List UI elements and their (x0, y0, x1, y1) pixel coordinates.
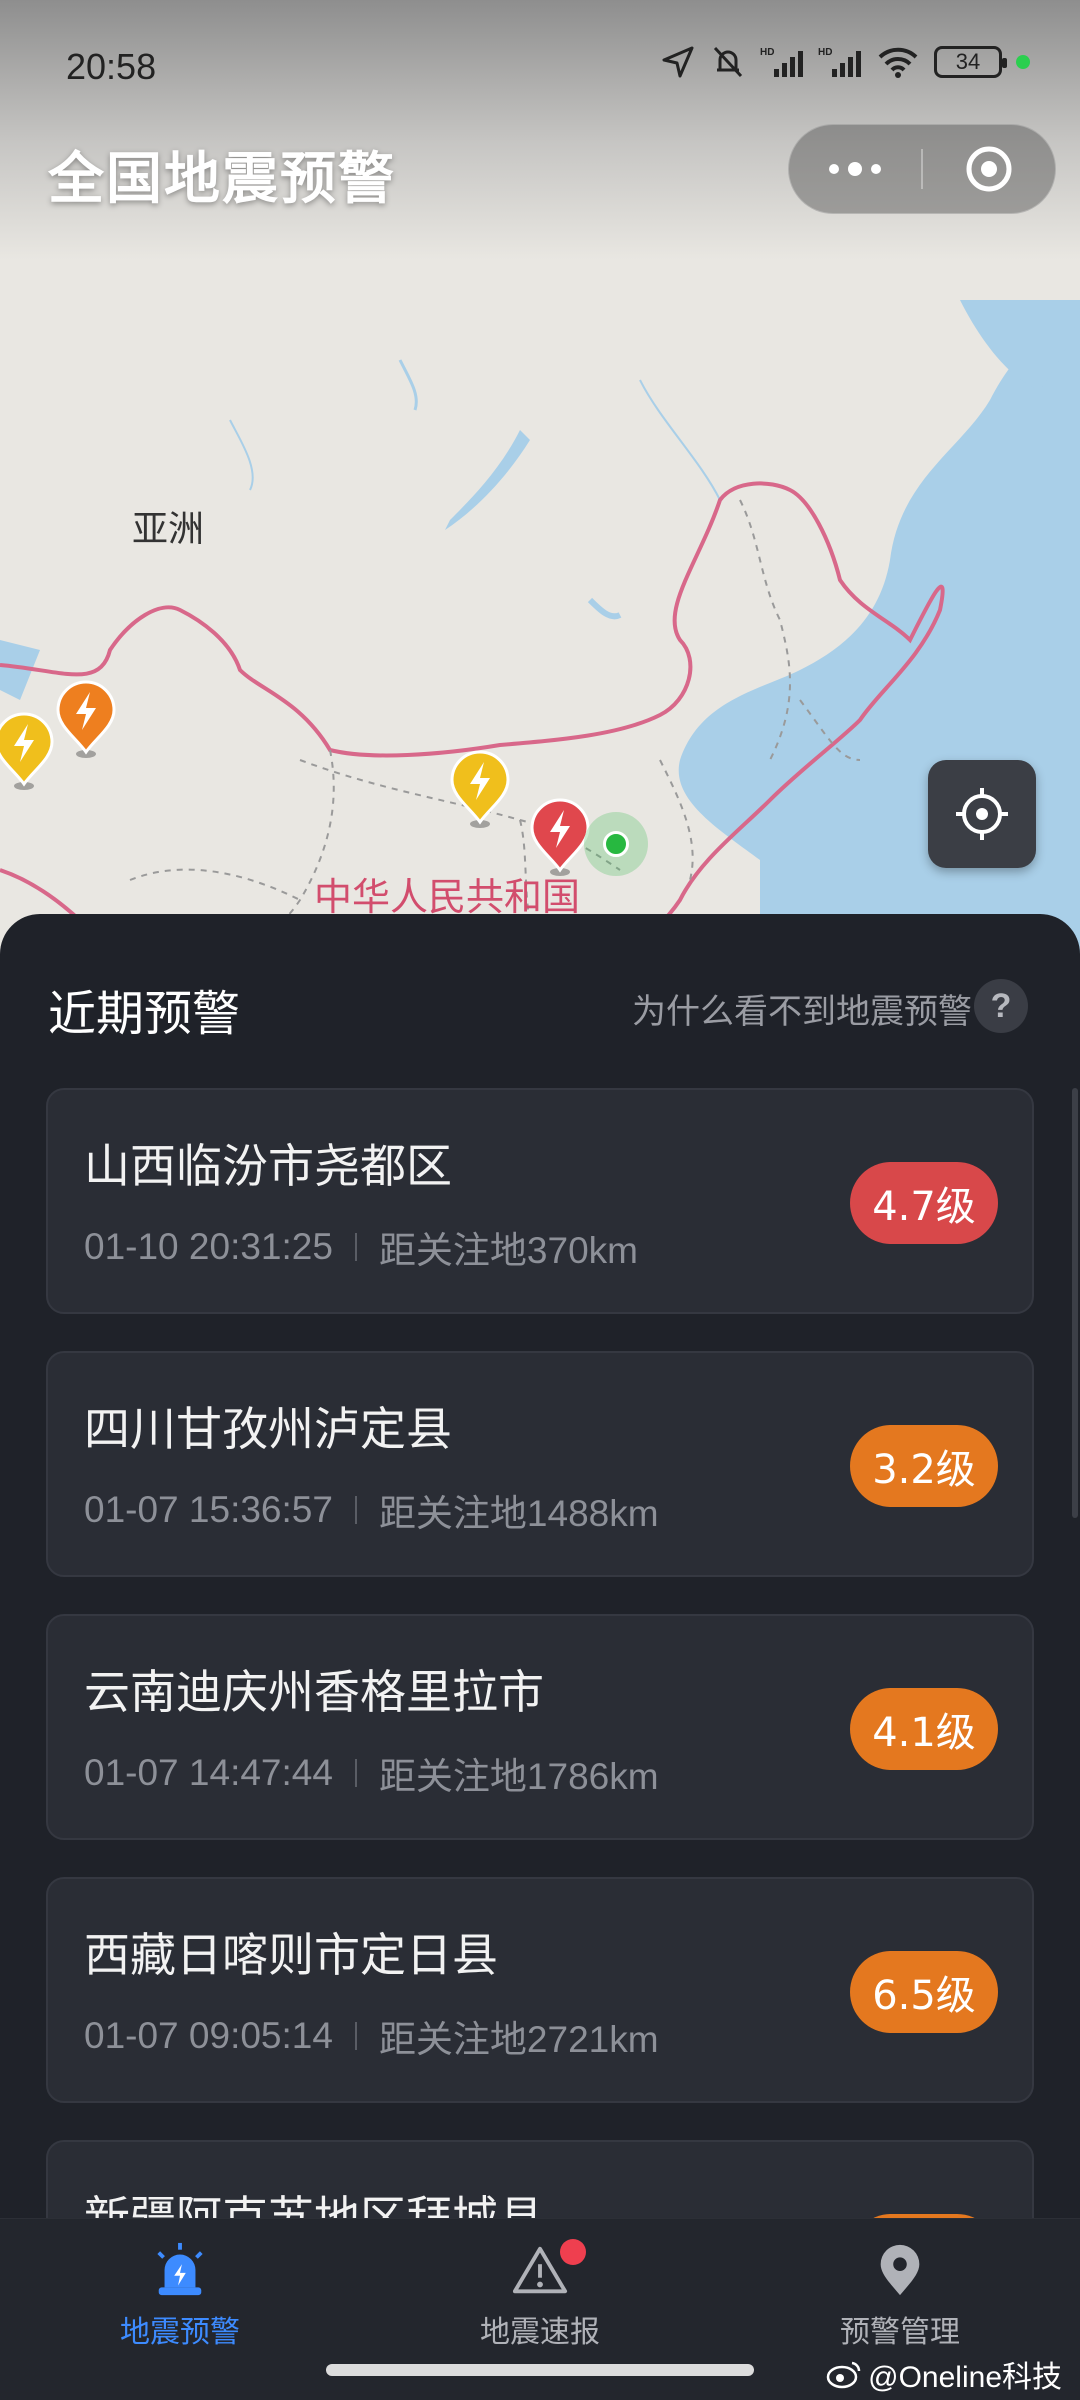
tab-label: 预警管理 (840, 2315, 960, 2350)
quake-location: 云南迪庆州香格里拉市 (84, 1665, 544, 1719)
warning-card[interactable]: 山西临汾市尧都区 01-10 20:31:25 距关注地370km 4.7级 (46, 1088, 1034, 1314)
lightning-pin-icon (450, 750, 510, 828)
quake-location: 西藏日喀则市定日县 (84, 1928, 498, 1982)
signal-icon: HD (760, 47, 803, 77)
magnitude-badge: 6.5级 (850, 1951, 998, 2033)
help-icon[interactable]: ? (974, 979, 1028, 1033)
watermark-text: @Oneline科技 (868, 2361, 1062, 2394)
warning-card[interactable]: 西藏日喀则市定日县 01-07 09:05:14 距关注地2721km 6.5级 (46, 1877, 1034, 2103)
miniprogram-capsule (788, 124, 1056, 214)
signal-hd-label-1: HD (760, 47, 774, 58)
quake-distance: 距关注地2721km (378, 2019, 659, 2060)
notification-dot (560, 2239, 586, 2265)
scrollbar[interactable] (1072, 1088, 1078, 1518)
map-pin-icon (880, 2244, 920, 2296)
location-arrow-icon (662, 46, 694, 78)
bell-off-icon (713, 46, 743, 78)
tab-label: 地震预警 (120, 2315, 240, 2350)
page-title: 全国地震预警 (48, 147, 396, 212)
tab-warning-management[interactable]: 预警管理 (780, 2241, 1020, 2351)
warning-card[interactable]: 云南迪庆州香格里拉市 01-07 14:47:44 距关注地1786km 4.1… (46, 1614, 1034, 1840)
signal-hd-label-2: HD (818, 47, 832, 58)
user-location-marker (584, 812, 648, 876)
quake-meta: 01-07 15:36:57 距关注地1488km (84, 1483, 659, 1537)
why-no-warning-link[interactable]: 为什么看不到地震预警 (632, 984, 972, 1033)
status-icons: HD HD 34 (660, 44, 1030, 80)
meta-divider (354, 1233, 357, 1261)
magnitude-badge: 3.2级 (850, 1425, 998, 1507)
magnitude-badge: 4.1级 (850, 1688, 998, 1770)
locate-button[interactable] (928, 760, 1036, 868)
quake-meta: 01-10 20:31:25 距关注地370km (84, 1220, 638, 1274)
home-indicator[interactable] (326, 2364, 754, 2376)
close-button[interactable] (923, 124, 1055, 214)
signal-icon: HD (818, 47, 861, 77)
quake-distance: 距关注地1488km (378, 1493, 659, 1534)
lightning-pin-icon (530, 798, 590, 876)
quake-meta: 01-07 09:05:14 距关注地2721km (84, 2009, 659, 2063)
close-target-icon (966, 146, 1012, 192)
meta-divider (354, 2022, 357, 2050)
map-label-asia: 亚洲 (132, 509, 205, 550)
status-bar: 20:58 HD HD 34 (0, 0, 1080, 140)
crosshair-icon (956, 788, 1008, 840)
meta-divider (354, 1759, 357, 1787)
quake-pin-orange[interactable] (54, 680, 118, 760)
quake-location: 山西临汾市尧都区 (84, 1139, 452, 1193)
warning-card[interactable]: 新疆阿克苏地区拜城县 (46, 2140, 1034, 2220)
meta-divider (354, 1496, 357, 1524)
more-button[interactable] (789, 124, 921, 214)
magnitude-badge: 4.7级 (850, 1162, 998, 1244)
tab-label: 地震速报 (480, 2315, 600, 2350)
status-time: 20:58 (66, 46, 157, 87)
quake-distance: 距关注地370km (378, 1230, 638, 1271)
quake-distance: 距关注地1786km (378, 1756, 659, 1797)
quake-pin-yellow-2[interactable] (448, 750, 512, 830)
quake-location: 四川甘孜州泸定县 (84, 1402, 452, 1456)
privacy-indicator-dot (1016, 55, 1030, 69)
quake-time: 01-07 15:36:57 (84, 1489, 333, 1530)
wifi-icon (878, 47, 918, 78)
tab-earthquake-report[interactable]: 地震速报 (420, 2239, 660, 2351)
quake-time: 01-07 14:47:44 (84, 1752, 333, 1793)
watermark: @Oneline科技 (826, 2352, 1062, 2396)
quake-pin-red[interactable] (528, 798, 592, 878)
recent-warnings-sheet: 近期预警 为什么看不到地震预警 ? 山西临汾市尧都区 01-10 20:31:2… (0, 914, 1080, 2220)
sheet-title: 近期预警 (48, 986, 241, 1042)
quake-time: 01-10 20:31:25 (84, 1226, 333, 1267)
tab-earthquake-warning[interactable]: 地震预警 (60, 2241, 300, 2351)
battery-icon: 34 (934, 46, 1007, 78)
quake-pin-yellow-1[interactable] (0, 712, 56, 792)
weibo-logo-icon (826, 2361, 861, 2389)
quake-time: 01-07 09:05:14 (84, 2015, 333, 2056)
quake-meta: 01-07 14:47:44 距关注地1786km (84, 1746, 659, 1800)
lightning-pin-icon (56, 680, 116, 758)
warning-card[interactable]: 四川甘孜州泸定县 01-07 15:36:57 距关注地1488km 3.2级 (46, 1351, 1034, 1577)
quake-location: 新疆阿克苏地区拜城县 (84, 2191, 544, 2220)
siren-icon (157, 2242, 203, 2296)
sheet-header: 近期预警 为什么看不到地震预警 ? (0, 914, 1080, 1064)
lightning-pin-icon (0, 712, 54, 790)
